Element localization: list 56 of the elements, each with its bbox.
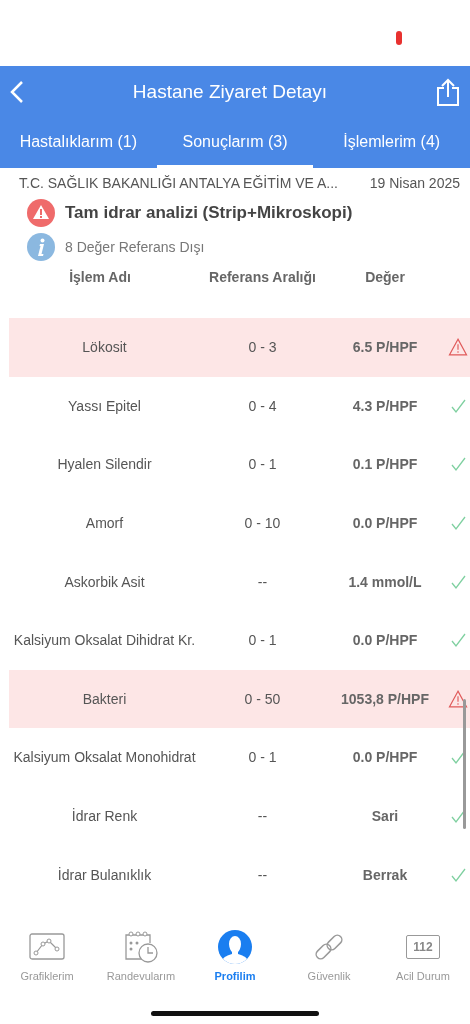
info-icon xyxy=(27,233,55,261)
column-header: İşlem Adı xyxy=(68,269,132,287)
tab-bar-item[interactable]: 112 Acil Durum xyxy=(378,928,468,1011)
result-value: 0.0 P/HPF xyxy=(351,515,419,532)
share-icon[interactable] xyxy=(436,78,460,106)
warning-icon xyxy=(447,337,468,358)
column-header: Değer xyxy=(364,269,406,287)
result-value: Sari xyxy=(370,808,400,825)
reference-range: -- xyxy=(256,573,269,590)
column-header: Referans Aralığı xyxy=(208,269,317,287)
reference-range: 0 - 1 xyxy=(247,632,278,649)
back-icon[interactable] xyxy=(10,80,24,104)
reference-range: 0 - 3 xyxy=(247,339,278,356)
line-chart-icon xyxy=(29,932,65,962)
result-value: Berrak xyxy=(361,866,409,883)
person-icon xyxy=(218,930,252,964)
test-item-name: İdrar Renk xyxy=(70,808,139,825)
result-value: 1.4 mmol/L xyxy=(347,573,423,590)
calendar-clock-icon xyxy=(123,931,159,963)
reference-range: 0 - 4 xyxy=(247,397,278,414)
tab-bar-item[interactable]: Randevularım xyxy=(96,928,186,1011)
result-value: 6.5 P/HPF xyxy=(351,339,419,356)
reference-range: 0 - 1 xyxy=(247,749,278,766)
tab[interactable]: Sonuçlarım (3) xyxy=(156,118,314,168)
result-value: 4.3 P/HPF xyxy=(351,397,419,414)
test-item-name: Yassı Epitel xyxy=(67,397,142,414)
reference-range: 0 - 1 xyxy=(247,456,278,473)
reference-range: 0 - 50 xyxy=(243,690,282,707)
result-value: 1053,8 P/HPF xyxy=(340,690,430,707)
result-value: 0.1 P/HPF xyxy=(351,456,419,473)
reference-range: 0 - 10 xyxy=(243,515,282,532)
test-item-name: Amorf xyxy=(84,515,125,532)
test-item-name: Hyalen Silendir xyxy=(56,456,153,473)
test-item-name: Askorbik Asit xyxy=(63,573,146,590)
warning-icon xyxy=(447,688,468,709)
test-item-name: Kalsiyum Oksalat Dihidrat Kr. xyxy=(12,632,197,649)
test-name: Tam idrar analizi (Strip+Mikroskopi) xyxy=(65,203,353,223)
result-value: 0.0 P/HPF xyxy=(351,632,419,649)
reference-range: -- xyxy=(256,866,269,883)
out-of-range-note: 8 Değer Referans Dışı xyxy=(65,239,205,255)
result-value: 0.0 P/HPF xyxy=(351,749,419,766)
recording-indicator xyxy=(396,31,402,45)
reference-range: -- xyxy=(256,808,269,825)
tab[interactable]: İşlemlerim (4) xyxy=(313,118,470,168)
tab-bar-item[interactable]: Profilim xyxy=(190,928,280,1011)
screen-title: Hastane Ziyaret Detayı xyxy=(132,81,328,103)
tab-bar-item[interactable]: Grafiklerim xyxy=(2,928,92,1011)
hospital-name: T.C. SAĞLIK BAKANLIĞI ANTALYA EĞİTİM VE A... xyxy=(19,175,338,191)
test-item-name: İdrar Bulanıklık xyxy=(56,866,153,883)
tab[interactable]: Hastalıklarım (1) xyxy=(0,118,157,168)
test-item-name: Kalsiyum Oksalat Monohidrat xyxy=(12,749,197,766)
visit-date: 19 Nisan 2025 xyxy=(369,175,460,191)
tab-bar-item[interactable]: Güvenlik xyxy=(284,928,374,1011)
test-item-name: Lökosit xyxy=(81,339,128,356)
test-item-name: Bakteri xyxy=(81,690,128,707)
emergency-number-icon: 112 xyxy=(406,935,440,959)
